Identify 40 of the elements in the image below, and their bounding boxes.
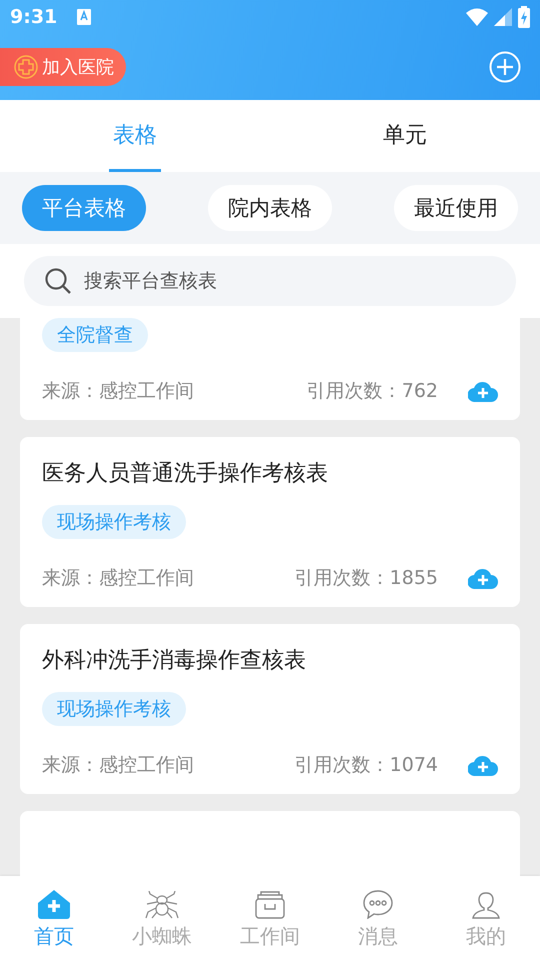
category-tag: 现场操作考核: [42, 505, 186, 539]
add-icon[interactable]: [489, 51, 521, 83]
category-tag: 现场操作考核: [42, 692, 186, 726]
category-tag: 全院督查: [42, 318, 148, 352]
cloud-add-icon[interactable]: [468, 567, 498, 589]
spider-icon: [144, 890, 180, 918]
filter-chip[interactable]: 平台表格: [22, 185, 146, 231]
hospital-cross-icon: [14, 55, 38, 79]
usage-count: 引用次数：1074: [294, 753, 438, 778]
join-hospital-button[interactable]: 加入医院: [0, 48, 126, 86]
cloud-add-icon[interactable]: [468, 380, 498, 402]
source-text: 来源：感控工作间: [42, 379, 194, 404]
search-field[interactable]: 搜索平台查核表: [24, 256, 516, 306]
keyboard-icon: [77, 9, 92, 25]
form-title: 医务人员普通洗手操作考核表: [42, 460, 329, 488]
nav-item[interactable]: 小蜘蛛: [108, 876, 216, 960]
battery-icon: [518, 6, 530, 28]
person-icon: [472, 890, 500, 918]
form-title: 外科冲洗手消毒操作查核表: [42, 647, 307, 675]
nav-item[interactable]: 首页: [0, 876, 108, 960]
filter-chip[interactable]: 院内表格: [208, 185, 332, 231]
toolbox-icon: [254, 890, 286, 918]
nav-item[interactable]: 消息: [324, 876, 432, 960]
source-text: 来源：感控工作间: [42, 753, 194, 778]
wifi-icon: [466, 8, 488, 26]
form-card[interactable]: 全院督查 来源：感控工作间 引用次数：762: [20, 318, 520, 420]
cloud-add-icon[interactable]: [468, 754, 498, 776]
filter-chip[interactable]: 最近使用: [394, 185, 518, 231]
nav-item[interactable]: 我的: [432, 876, 540, 960]
nav-item[interactable]: 工作间: [216, 876, 324, 960]
form-card[interactable]: 医务人员普通洗手操作考核表 现场操作考核 来源：感控工作间 引用次数：1855: [20, 437, 520, 607]
usage-count: 引用次数：762: [306, 379, 438, 404]
usage-count: 引用次数：1855: [294, 566, 438, 591]
form-card[interactable]: 外科冲洗手消毒操作查核表 现场操作考核 来源：感控工作间 引用次数：1074: [20, 624, 520, 794]
signal-icon: [494, 8, 512, 26]
chat-icon: [362, 888, 394, 918]
home-icon: [37, 888, 71, 918]
source-text: 来源：感控工作间: [42, 566, 194, 591]
status-time: 9:31: [10, 6, 58, 28]
tab[interactable]: 单元: [379, 100, 431, 172]
